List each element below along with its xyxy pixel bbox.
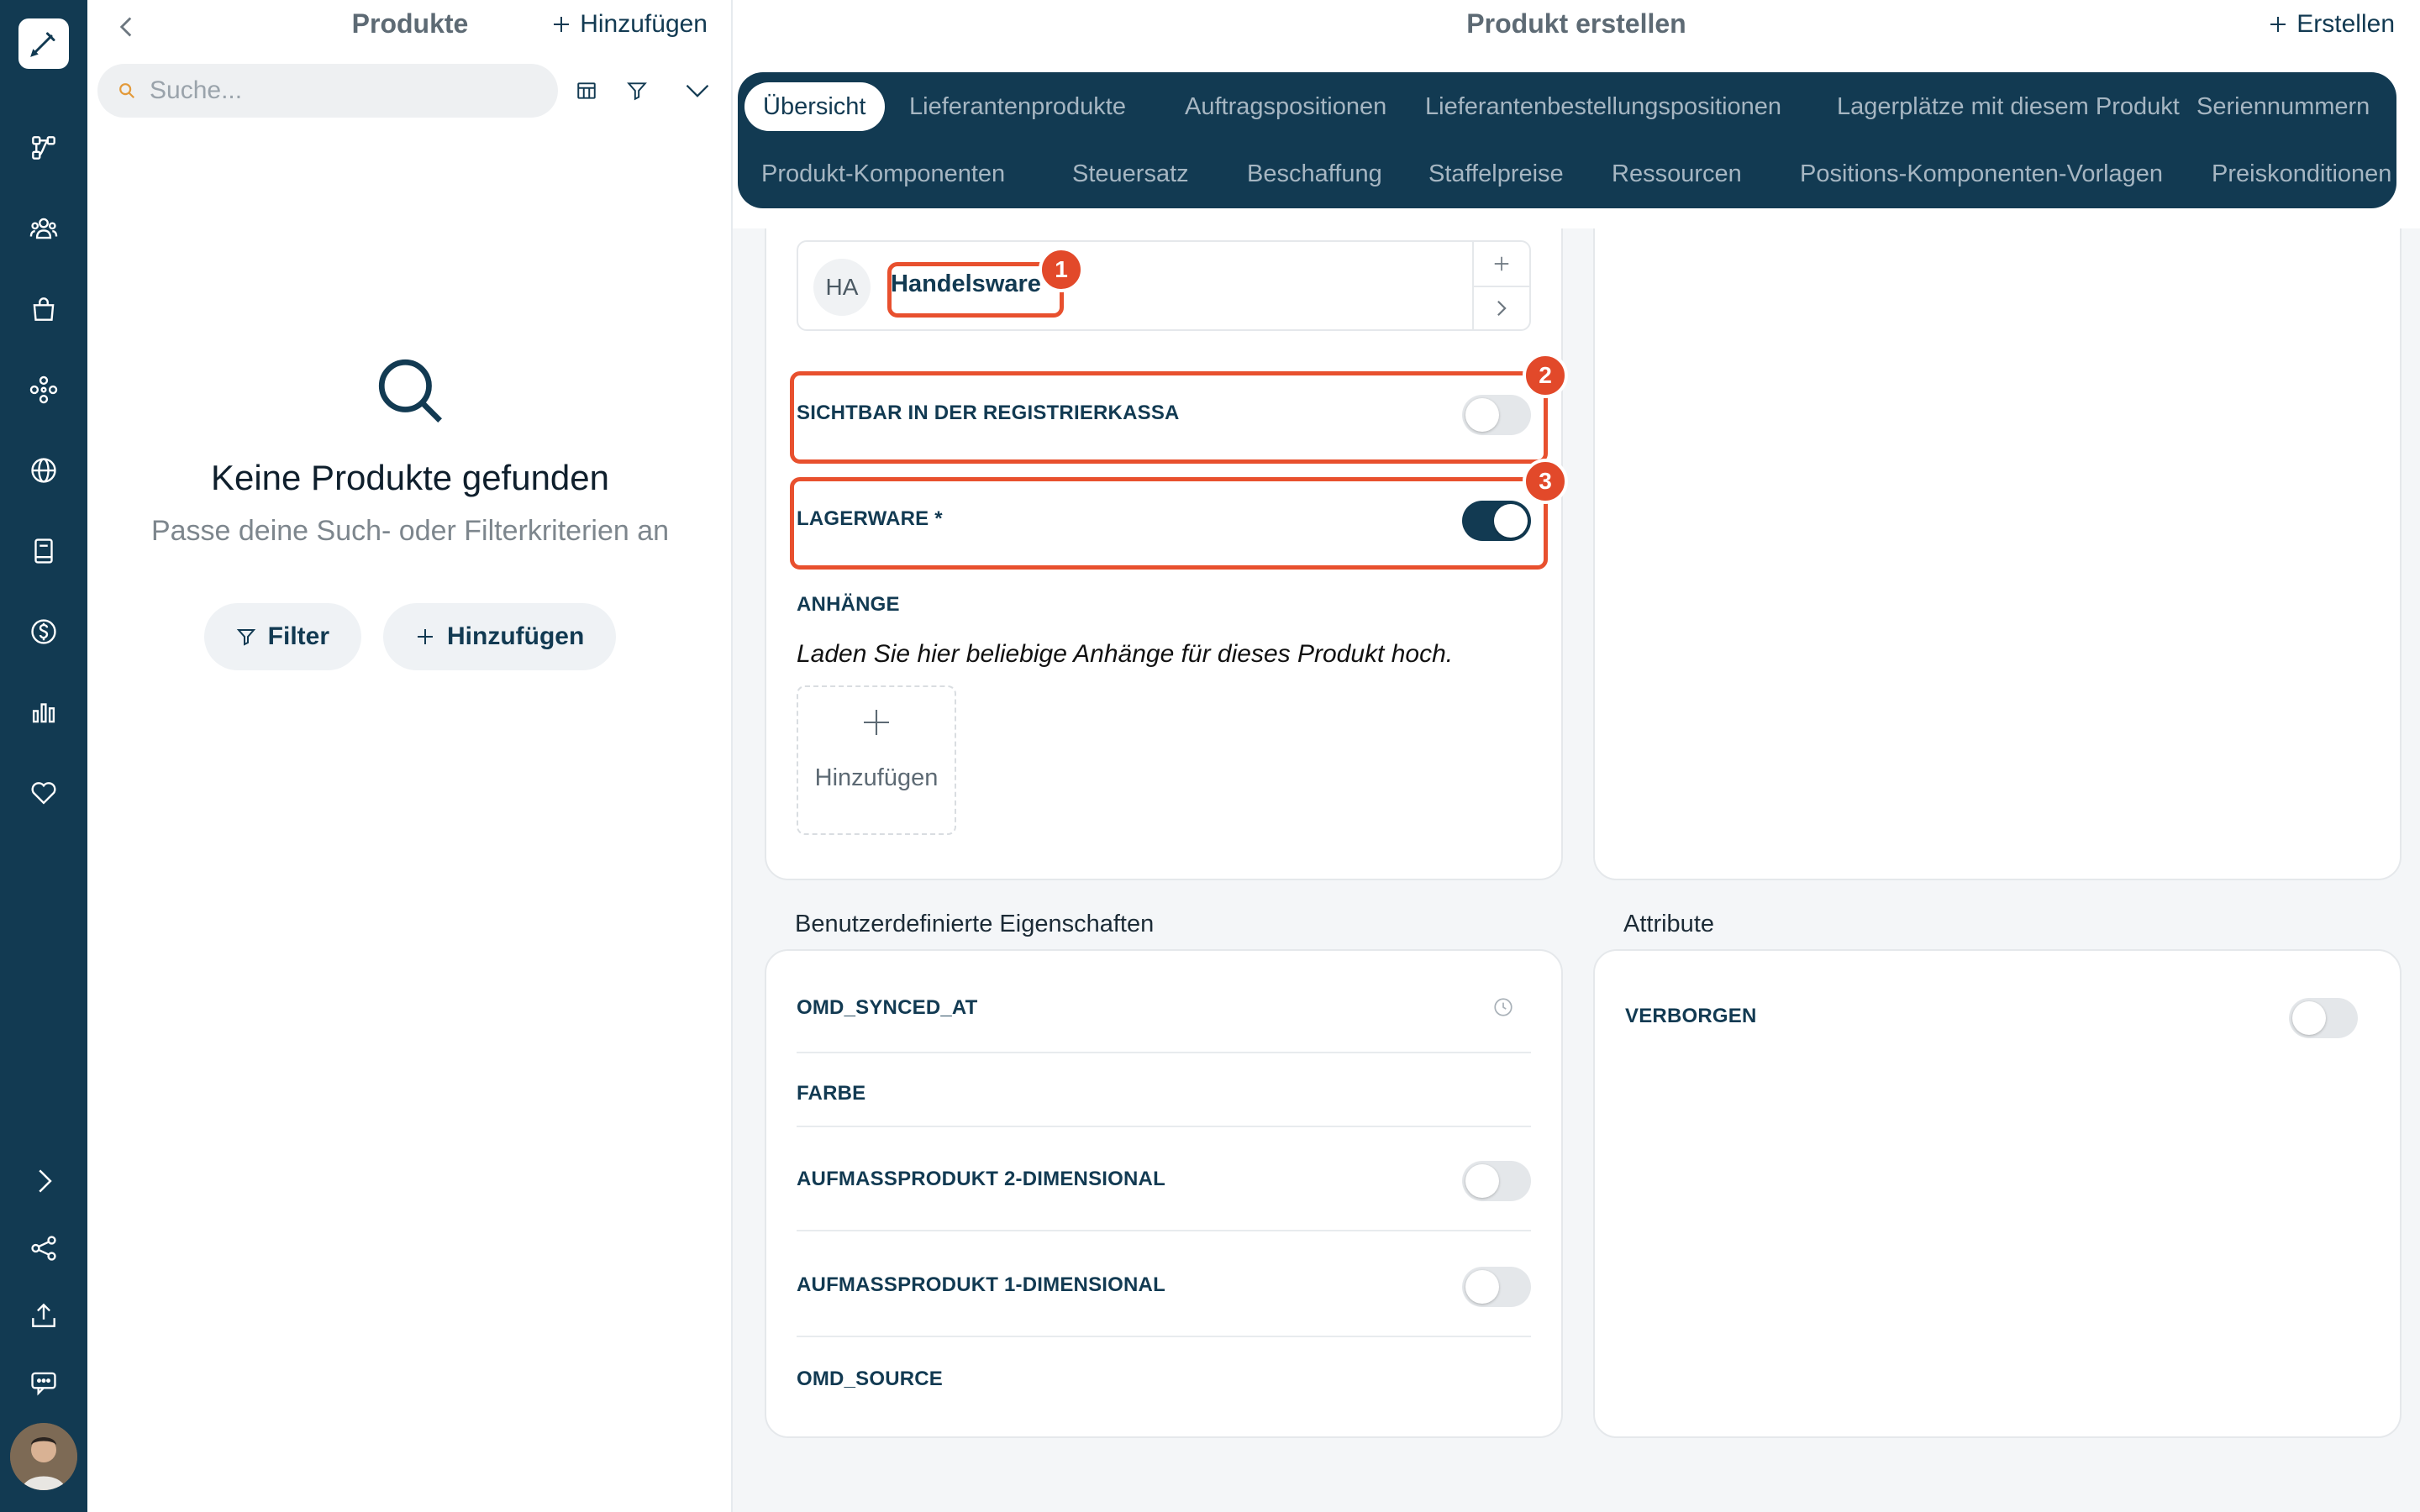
add-pill-label: Hinzufügen — [447, 622, 585, 650]
plus-icon — [864, 710, 889, 735]
attachments-hint: Laden Sie hier beliebige Anhänge für die… — [797, 640, 1454, 668]
category-avatar: HA — [813, 259, 871, 316]
toggle-knob — [2292, 1001, 2326, 1035]
empty-title: Keine Produkte gefunden — [210, 458, 610, 497]
plus-icon — [554, 17, 570, 32]
measure-2d-toggle[interactable] — [1462, 1161, 1531, 1201]
measure-1d-label: AUFMASSPRODUKT 1-DIMENSIONAL — [797, 1273, 1165, 1296]
plus-icon — [2270, 17, 2286, 32]
annotation-badge-2: 2 — [1523, 353, 1568, 398]
highlight-stock — [790, 477, 1548, 570]
omd-source-label: OMD_SOURCE — [797, 1368, 944, 1390]
plus-icon — [1494, 256, 1509, 271]
chevron-down-icon — [686, 84, 709, 97]
tab-serial-numbers[interactable]: Seriennummern — [2178, 82, 2388, 131]
row-divider — [797, 1052, 1531, 1053]
team-icon[interactable] — [25, 210, 62, 247]
upload-attachment-button[interactable]: Hinzufügen — [797, 685, 956, 835]
heart-icon[interactable] — [25, 774, 62, 811]
dropdown-button[interactable] — [681, 74, 714, 108]
tab-overview[interactable]: Übersicht — [744, 82, 885, 131]
tab-supplier-order-positions[interactable]: Lieferantenbestellungspositionen — [1407, 82, 1800, 131]
add-pill-button[interactable]: Hinzufügen — [383, 603, 617, 670]
empty-subtitle: Passe deine Such- oder Filterkriterien a… — [150, 515, 670, 547]
tab-bar: Übersicht Lieferantenprodukte Auftragspo… — [738, 72, 2396, 208]
create-label: Erstellen — [2296, 10, 2395, 38]
annotation-badge-1: 1 — [1039, 247, 1084, 292]
user-avatar[interactable] — [10, 1423, 77, 1490]
category-add-button[interactable] — [1474, 242, 1529, 286]
app-logo[interactable] — [18, 18, 69, 69]
tab-product-components[interactable]: Produkt-Komponenten — [743, 150, 1023, 198]
app-sidebar-rail — [0, 0, 87, 1512]
table-icon — [577, 82, 596, 99]
category-open-button[interactable] — [1474, 286, 1529, 329]
filter-icon — [236, 629, 255, 646]
modules-icon[interactable] — [25, 371, 62, 408]
omd-synced-at-label: OMD_SYNCED_AT — [797, 996, 978, 1019]
tab-tier-prices[interactable]: Staffelpreise — [1410, 150, 1582, 198]
globe-icon[interactable] — [25, 452, 62, 489]
page-title: Produkt erstellen — [1466, 8, 1686, 39]
list-add-label: Hinzufügen — [580, 10, 708, 38]
highlight-category — [887, 262, 1064, 318]
search-icon — [119, 83, 135, 99]
toggle-knob — [1465, 1164, 1499, 1198]
custom-properties-title: Benutzerdefinierte Eigenschaften — [795, 911, 1155, 937]
chat-icon[interactable] — [25, 1364, 62, 1401]
chevron-right-icon — [1497, 300, 1507, 317]
tab-order-positions[interactable]: Auftragspositionen — [1166, 82, 1405, 131]
measure-1d-toggle[interactable] — [1462, 1267, 1531, 1307]
bar-chart-icon[interactable] — [25, 694, 62, 731]
tab-price-conditions[interactable]: Preiskonditionen — [2193, 150, 2410, 198]
attributes-title: Attribute — [1623, 911, 1714, 937]
list-add-button[interactable]: Hinzufügen — [551, 10, 708, 39]
dollar-icon[interactable] — [25, 613, 62, 650]
tab-procurement[interactable]: Beschaffung — [1228, 150, 1401, 198]
row-divider — [797, 1230, 1531, 1231]
list-header: Produkte Hinzufügen — [87, 0, 733, 54]
workflow-icon[interactable] — [25, 129, 62, 166]
shopping-bag-icon[interactable] — [25, 291, 62, 328]
tab-position-component-templates[interactable]: Positions-Komponenten-Vorlagen — [1781, 150, 2181, 198]
tab-resources[interactable]: Ressourcen — [1593, 150, 1760, 198]
upload-icon[interactable] — [25, 1297, 62, 1334]
tab-storage-locations[interactable]: Lagerplätze mit diesem Produkt — [1818, 82, 2198, 131]
empty-state: Keine Produkte gefunden Passe deine Such… — [87, 353, 733, 670]
category-actions — [1472, 242, 1529, 329]
search-box[interactable] — [97, 64, 558, 118]
filter-icon — [627, 82, 647, 101]
filter-pill-button[interactable]: Filter — [203, 603, 362, 670]
book-icon[interactable] — [25, 533, 62, 570]
chevron-right-icon[interactable] — [25, 1163, 62, 1200]
color-label: FARBE — [797, 1082, 866, 1105]
empty-actions: Filter Hinzufügen — [87, 603, 733, 670]
table-view-button[interactable] — [570, 74, 603, 108]
filter-pill-label: Filter — [267, 622, 330, 650]
main-header: Produkt erstellen Erstellen Übersicht Li… — [733, 0, 2420, 228]
plus-icon — [418, 629, 434, 644]
row-divider — [797, 1126, 1531, 1127]
toggle-knob — [1465, 1270, 1499, 1304]
row-divider — [797, 1336, 1531, 1337]
attachments-label: ANHÄNGE — [797, 593, 900, 616]
tab-tax-rate[interactable]: Steuersatz — [1054, 150, 1207, 198]
annotation-badge-3: 3 — [1523, 459, 1568, 504]
upload-label: Hinzufügen — [814, 764, 939, 791]
tab-supplier-products[interactable]: Lieferantenprodukte — [891, 82, 1144, 131]
highlight-visible-pos — [790, 371, 1548, 464]
product-list-panel: Produkte Hinzufügen Keine Produkte gefun… — [87, 0, 733, 1512]
create-button[interactable]: Erstellen — [2268, 10, 2395, 39]
brush-icon — [30, 32, 55, 57]
right-upper-card — [1593, 168, 2402, 880]
clock-icon[interactable] — [1492, 996, 1518, 1021]
search-input[interactable] — [150, 76, 502, 105]
share-icon[interactable] — [25, 1230, 62, 1267]
hidden-toggle[interactable] — [2289, 998, 2358, 1038]
measure-2d-label: AUFMASSPRODUKT 2-DIMENSIONAL — [797, 1168, 1165, 1190]
filter-button[interactable] — [620, 74, 654, 108]
custom-properties-card — [765, 949, 1563, 1438]
search-icon — [378, 359, 443, 423]
hidden-label: VERBORGEN — [1625, 1005, 1757, 1027]
